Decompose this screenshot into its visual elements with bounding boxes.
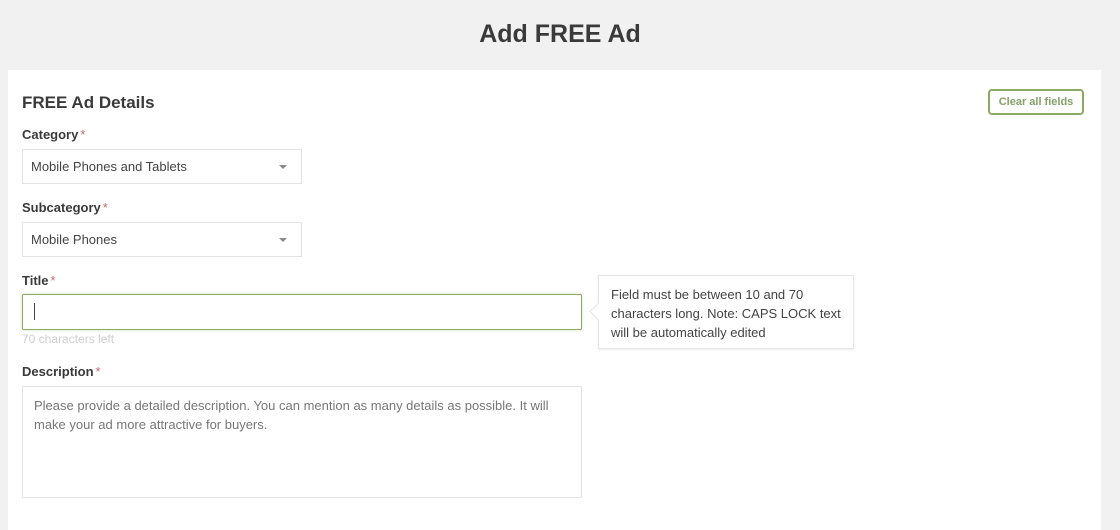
category-label-text: Category	[22, 127, 79, 142]
chevron-down-icon	[279, 238, 287, 242]
title-hint-tooltip: Field must be between 10 and 70 characte…	[598, 275, 854, 349]
required-mark: *	[102, 200, 108, 215]
page-title: Add FREE Ad	[479, 20, 641, 48]
title-input[interactable]	[22, 294, 582, 330]
category-value: Mobile Phones and Tablets	[31, 159, 187, 174]
required-mark: *	[80, 127, 86, 142]
subcategory-value: Mobile Phones	[31, 232, 117, 247]
ad-details-card: FREE Ad Details Clear all fields Categor…	[8, 70, 1101, 530]
required-mark: *	[95, 364, 101, 379]
subcategory-select[interactable]: Mobile Phones	[22, 222, 302, 257]
text-cursor	[34, 303, 35, 320]
category-select[interactable]: Mobile Phones and Tablets	[22, 149, 302, 184]
category-label: Category *	[22, 127, 85, 142]
description-textarea[interactable]	[22, 386, 582, 498]
title-chars-left: 70 characters left	[22, 332, 115, 346]
clear-all-fields-button[interactable]: Clear all fields	[988, 89, 1084, 115]
description-label-text: Description	[22, 364, 94, 379]
required-mark: *	[50, 273, 56, 288]
title-label: Title *	[22, 273, 56, 288]
subcategory-label-text: Subcategory	[22, 200, 101, 215]
chevron-down-icon	[279, 165, 287, 169]
subcategory-label: Subcategory *	[22, 200, 108, 215]
title-label-text: Title	[22, 273, 49, 288]
description-label: Description *	[22, 364, 101, 379]
section-title: FREE Ad Details	[22, 93, 155, 112]
